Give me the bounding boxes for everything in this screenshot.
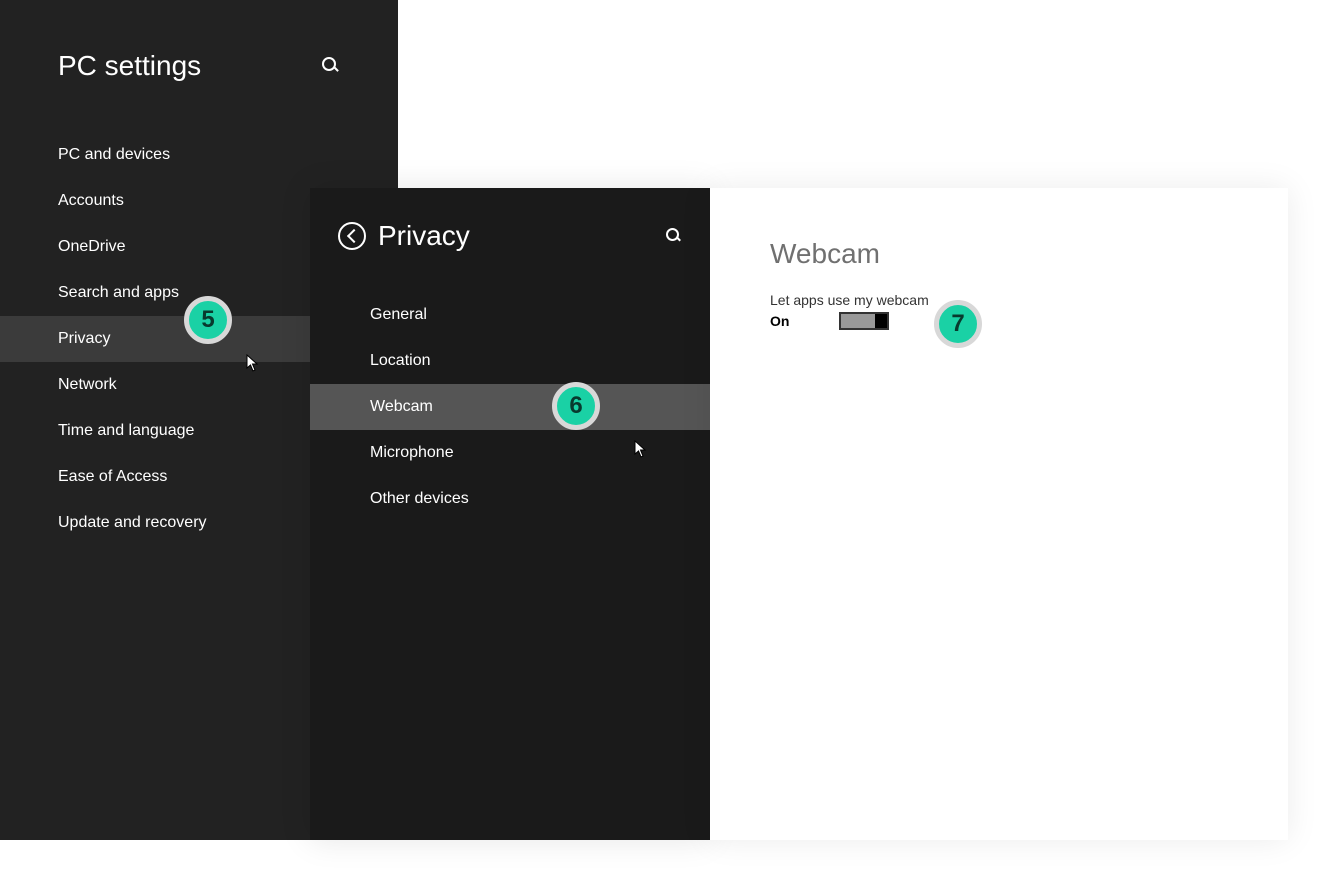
- webcam-setting-label: Let apps use my webcam: [770, 292, 1228, 308]
- content-panel: Webcam Let apps use my webcam On: [710, 188, 1288, 840]
- privacy-item-location[interactable]: Location: [310, 338, 710, 384]
- annotation-marker-6: 6: [552, 382, 600, 430]
- privacy-title: Privacy: [378, 220, 470, 252]
- search-icon[interactable]: [322, 57, 340, 75]
- back-icon[interactable]: [338, 222, 366, 250]
- privacy-item-other-devices[interactable]: Other devices: [310, 476, 710, 522]
- annotation-marker-7: 7: [934, 300, 982, 348]
- cursor-icon: [634, 440, 648, 458]
- privacy-item-microphone[interactable]: Microphone: [310, 430, 710, 476]
- sidebar-title: PC settings: [58, 50, 201, 82]
- privacy-item-webcam[interactable]: Webcam: [310, 384, 710, 430]
- webcam-toggle-switch[interactable]: [839, 312, 889, 330]
- privacy-panel: Privacy General Location Webcam Micropho…: [310, 188, 710, 840]
- privacy-header: Privacy: [310, 188, 710, 272]
- webcam-toggle-knob: [875, 314, 887, 328]
- content-title: Webcam: [770, 238, 1228, 270]
- cursor-icon: [246, 354, 260, 372]
- search-icon[interactable]: [666, 228, 682, 244]
- webcam-toggle-row: On: [770, 312, 1228, 330]
- sidebar-header: PC settings: [0, 0, 398, 112]
- privacy-header-left: Privacy: [338, 220, 470, 252]
- privacy-nav-list: General Location Webcam Microphone Other…: [310, 272, 710, 522]
- sidebar-item-pc-and-devices[interactable]: PC and devices: [0, 132, 398, 178]
- webcam-toggle-state: On: [770, 313, 789, 329]
- annotation-marker-5: 5: [184, 296, 232, 344]
- privacy-item-general[interactable]: General: [310, 292, 710, 338]
- back-arrow-icon: [346, 229, 360, 243]
